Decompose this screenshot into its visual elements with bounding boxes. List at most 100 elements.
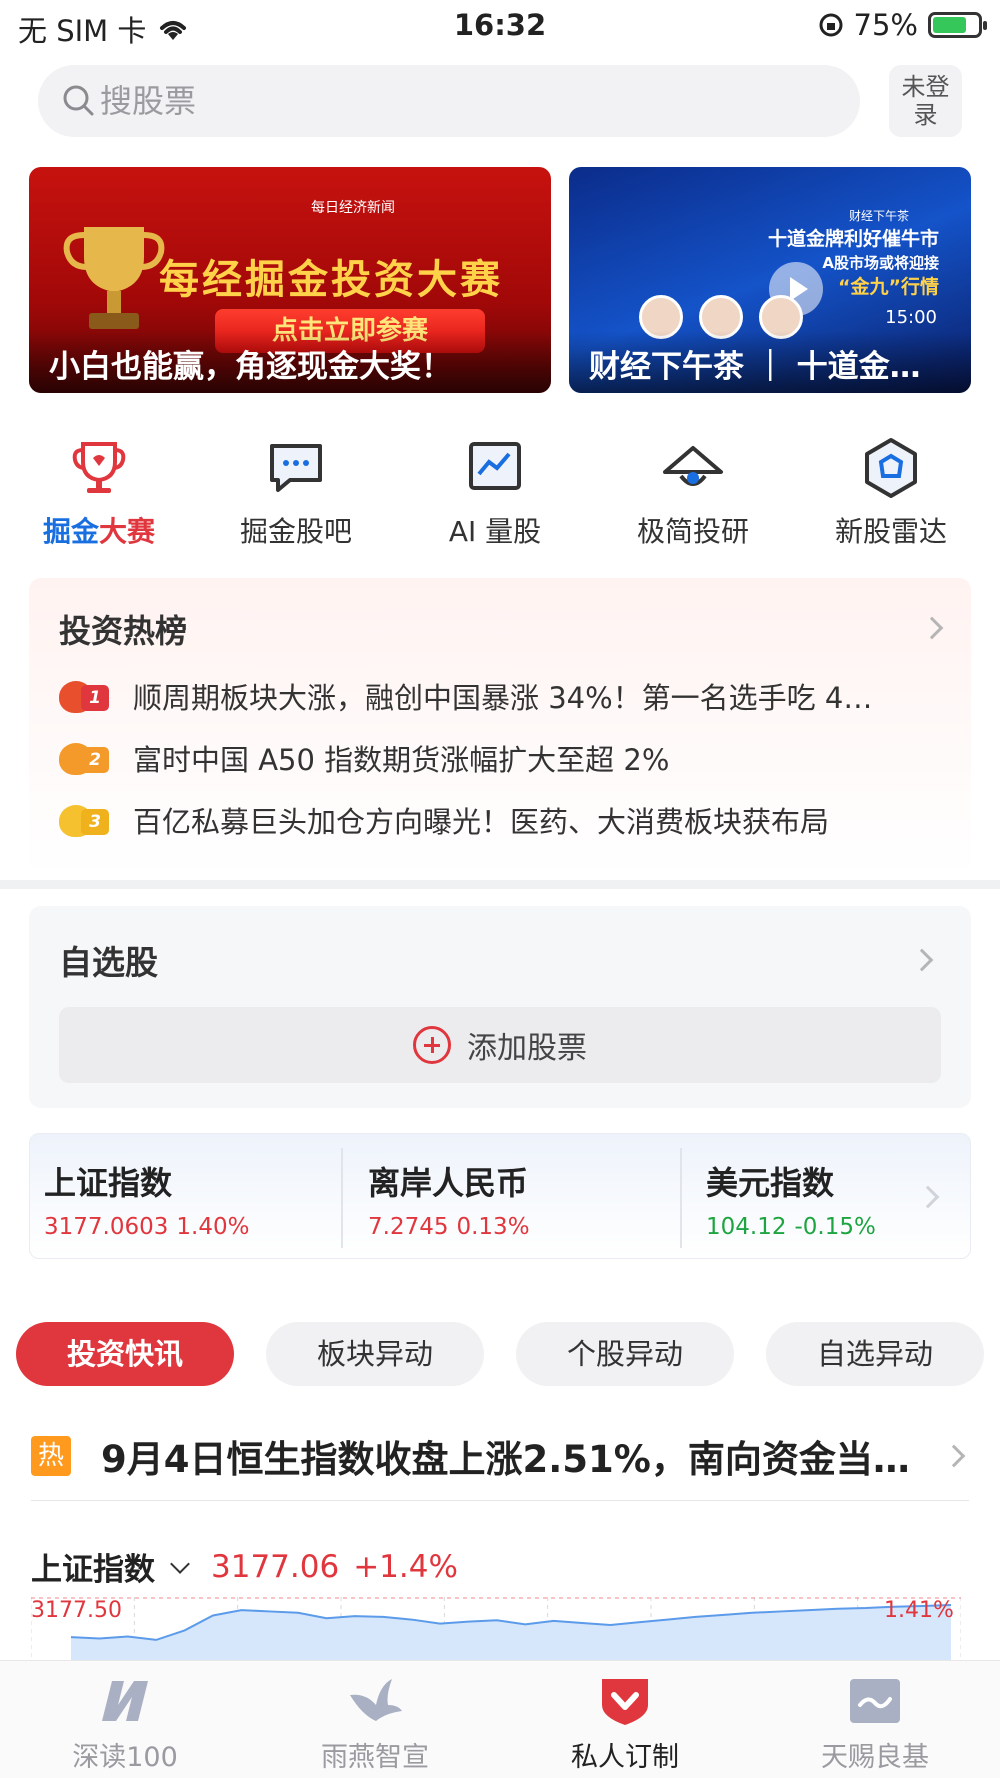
headline-divider xyxy=(31,1500,969,1501)
quick-nav-label: 新股雷达 xyxy=(834,515,947,548)
rank-number: 1 xyxy=(81,685,109,711)
bottom-nav-label: 深读100 xyxy=(72,1742,178,1773)
rank-number: 2 xyxy=(81,747,109,773)
index-separator xyxy=(680,1148,682,1248)
index-value: 104.12 xyxy=(706,1214,787,1240)
quick-nav-label: 掘金股吧 xyxy=(239,515,352,548)
hot-list-text: 顺周期板块大涨，融创中国暴涨 34%！第一名选手吃 4… xyxy=(133,681,873,715)
mini-chart-header[interactable]: 上证指数 3177.06 +1.4% xyxy=(31,1544,458,1589)
hot-list-text: 百亿私募巨头加仓方向曝光！医药、大消费板块获布局 xyxy=(133,805,830,839)
banner-small-label: 财经下午茶 xyxy=(848,209,909,223)
bottom-nav-deep-read[interactable]: 深读100 xyxy=(0,1661,250,1774)
chevron-down-icon[interactable] xyxy=(170,1553,190,1574)
tab-watchlist-moves[interactable]: 自选异动 xyxy=(766,1322,984,1386)
trend-card-icon xyxy=(850,1679,900,1723)
index-name: 美元指数 xyxy=(706,1164,835,1202)
quick-nav-research[interactable]: 极简投研 xyxy=(603,436,783,550)
banner-investment-contest[interactable]: 每日经济新闻 每经掘金投资大赛 点击立即参赛 小白也能赢，角逐现金大奖！ xyxy=(29,167,551,393)
quick-nav-label: AI 量股 xyxy=(448,515,542,548)
status-bar: 无 SIM 卡 16:32 75% xyxy=(0,0,1000,52)
hot-list-item[interactable]: 3 百亿私募巨头加仓方向曝光！医药、大消费板块获布局 xyxy=(59,800,959,840)
bottom-nav-label: 雨燕智宣 xyxy=(321,1742,429,1773)
mini-chart-price: 3177.06 xyxy=(211,1548,340,1585)
quick-nav-label: 掘金大赛 xyxy=(9,510,189,550)
chart-pct-label: 1.41% xyxy=(884,1598,954,1623)
banner-caption: 财经下午茶 ｜ 十道金… xyxy=(569,331,971,393)
quick-nav-contest[interactable]: 掘金大赛 xyxy=(9,436,189,550)
index-value: 7.2745 xyxy=(368,1214,449,1240)
add-stock-label: 添加股票 xyxy=(467,1031,587,1066)
trophy-icon xyxy=(63,227,165,329)
battery-fill xyxy=(933,17,966,33)
chat-bubble-icon xyxy=(270,444,322,492)
quick-nav-ai[interactable]: AI 量股 xyxy=(405,436,585,550)
search-bar[interactable] xyxy=(38,65,860,137)
watchlist-title[interactable]: 自选股 xyxy=(59,936,158,984)
nbd-logo-icon xyxy=(102,1681,148,1721)
trophy-icon xyxy=(72,442,126,493)
quick-nav-label: 极简投研 xyxy=(636,515,749,548)
tab-stock-moves[interactable]: 个股异动 xyxy=(516,1322,734,1386)
hot-list-item[interactable]: 2 富时中国 A50 指数期货涨幅扩大至超 2% xyxy=(59,738,959,778)
banner-title: 每经掘金投资大赛 xyxy=(159,257,503,303)
section-divider xyxy=(0,880,1000,889)
index-change: -0.15% xyxy=(794,1214,876,1240)
tab-investment-news[interactable]: 投资快讯 xyxy=(16,1322,234,1386)
index-card-cnh[interactable]: 离岸人民币 7.2745 0.13% xyxy=(354,1134,684,1260)
chart-high-label: 3177.50 xyxy=(31,1598,122,1623)
mini-chart-name: 上证指数 xyxy=(31,1552,155,1588)
login-button[interactable]: 未登录 xyxy=(889,65,962,137)
hot-list-item[interactable]: 1 顺周期板块大涨，融创中国暴涨 34%！第一名选手吃 4… xyxy=(59,676,959,716)
index-name: 上证指数 xyxy=(44,1164,173,1202)
market-index-strip[interactable]: 上证指数 3177.0603 1.40% 离岸人民币 7.2745 0.13% 美元… xyxy=(29,1133,971,1259)
hot-list-text: 富时中国 A50 指数期货涨幅扩大至超 2% xyxy=(133,743,670,777)
plus-circle-icon xyxy=(413,1026,451,1064)
status-right: 75% xyxy=(818,8,987,42)
bottom-nav-custom[interactable]: 私人订制 xyxy=(500,1661,750,1774)
app-screen: 无 SIM 卡 16:32 75% 未登录 xyxy=(0,0,1000,1778)
index-values: 104.12 -0.15% xyxy=(706,1214,928,1240)
rank-badge: 3 xyxy=(59,803,113,837)
chevron-right-icon[interactable] xyxy=(920,616,944,640)
chart-monitor-icon xyxy=(469,442,521,490)
banner-title-line: 十道金牌利好催牛市 xyxy=(767,228,939,250)
search-input[interactable] xyxy=(100,82,800,120)
shield-check-icon xyxy=(602,1679,648,1725)
rank-number: 3 xyxy=(81,809,109,835)
mini-chart xyxy=(31,1597,961,1667)
banner-afternoon-tea[interactable]: 财经下午茶 十道金牌利好催牛市 A股市场或将迎接 “金九”行情 15:00 财经… xyxy=(569,167,971,393)
index-value: 3177.0603 xyxy=(44,1214,169,1240)
eye-lamp-icon xyxy=(663,446,723,486)
hot-tag: 热 xyxy=(31,1436,71,1476)
bottom-nav-swallow[interactable]: 雨燕智宣 xyxy=(250,1661,500,1774)
index-values: 3177.0603 1.40% xyxy=(44,1214,326,1240)
hot-list-panel: 投资热榜 1 顺周期板块大涨，融创中国暴涨 34%！第一名选手吃 4… 2 富时… xyxy=(29,578,971,878)
rank-badge: 2 xyxy=(59,741,113,775)
index-change: 1.40% xyxy=(176,1214,250,1240)
quick-nav: 掘金大赛 掘金股吧 AI 量股 极简投研 新股雷达 xyxy=(0,436,1000,554)
bottom-nav-label: 私人订制 xyxy=(571,1742,679,1773)
bottom-nav-label: 天赐良基 xyxy=(821,1742,929,1773)
index-card-shanghai[interactable]: 上证指数 3177.0603 1.40% xyxy=(30,1134,340,1260)
quick-nav-forum[interactable]: 掘金股吧 xyxy=(206,436,386,550)
tab-sector-moves[interactable]: 板块异动 xyxy=(266,1322,484,1386)
swallow-icon xyxy=(350,1679,402,1721)
bottom-nav-funds[interactable]: 天赐良基 xyxy=(750,1661,1000,1774)
banner-time: 15:00 xyxy=(885,307,937,328)
watchlist-panel: 自选股 添加股票 xyxy=(29,906,971,1108)
chart-series-area xyxy=(71,1605,951,1667)
mini-chart-change: +1.4% xyxy=(353,1548,458,1585)
chevron-right-icon[interactable] xyxy=(910,948,934,972)
index-name: 离岸人民币 xyxy=(368,1164,529,1202)
battery-icon xyxy=(928,12,987,38)
quick-nav-ipo-radar[interactable]: 新股雷达 xyxy=(801,436,981,550)
add-stock-button[interactable]: 添加股票 xyxy=(59,1007,941,1083)
banner-caption: 小白也能赢，角逐现金大奖！ xyxy=(29,331,551,393)
orientation-lock-icon xyxy=(819,13,843,37)
news-headline[interactable]: 热 9月4日恒生指数收盘上涨2.51%，南向资金当… xyxy=(31,1428,971,1484)
hot-list-title[interactable]: 投资热榜 xyxy=(59,606,187,652)
banner-logo-text: 每日经济新闻 xyxy=(311,200,395,216)
index-card-usd[interactable]: 美元指数 104.12 -0.15% xyxy=(692,1134,942,1260)
search-icon xyxy=(63,85,94,116)
rank-badge: 1 xyxy=(59,679,113,713)
